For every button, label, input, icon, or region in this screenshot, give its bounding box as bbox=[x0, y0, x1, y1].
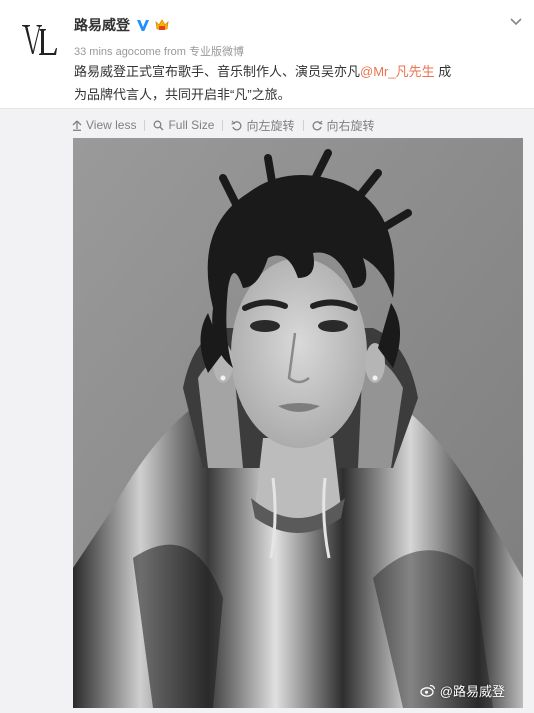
toolbar-divider bbox=[222, 119, 224, 131]
magnifier-icon bbox=[154, 120, 164, 130]
member-badge-icon[interactable] bbox=[154, 18, 170, 32]
photo-watermark: @路易威登 bbox=[420, 681, 505, 700]
post-time[interactable]: 33 mins ago bbox=[74, 46, 134, 58]
chevron-down-icon[interactable] bbox=[508, 14, 524, 30]
rotate-left-label: 向左旋转 bbox=[246, 118, 295, 133]
username-row: 路易威登 bbox=[74, 14, 170, 36]
portrait-image bbox=[73, 138, 523, 708]
weibo-post-card: 路易威登 33 mins agocome from 专业版微博 路易威登正式宣布… bbox=[0, 0, 534, 713]
rotate-right-button[interactable]: 向右旋转 bbox=[312, 117, 375, 134]
post-meta: 33 mins agocome from 专业版微博 bbox=[74, 43, 244, 59]
toolbar-divider bbox=[144, 119, 146, 131]
rotate-right-icon bbox=[312, 120, 323, 130]
source-prefix: come from bbox=[133, 46, 186, 58]
full-size-button[interactable]: Full Size bbox=[153, 118, 214, 132]
source-name[interactable]: 专业版微博 bbox=[189, 46, 244, 58]
post-header: 路易威登 33 mins agocome from 专业版微博 路易威登正式宣布… bbox=[0, 0, 534, 108]
rotate-left-icon bbox=[231, 120, 242, 130]
media-toolbar: View less Full Size 向左旋转 向右旋转 bbox=[72, 113, 375, 137]
rotate-left-button[interactable]: 向左旋转 bbox=[231, 117, 295, 134]
arrow-up-icon bbox=[72, 120, 82, 131]
media-expanded-panel: View less Full Size 向左旋转 向右旋转 @路易威登 bbox=[0, 108, 534, 713]
weibo-icon bbox=[420, 684, 436, 697]
full-size-label: Full Size bbox=[168, 118, 215, 132]
username[interactable]: 路易威登 bbox=[74, 15, 130, 35]
view-less-button[interactable]: View less bbox=[72, 118, 136, 132]
lv-logo bbox=[22, 25, 57, 55]
watermark-text: @路易威登 bbox=[439, 684, 505, 699]
post-content: 路易威登正式宣布歌手、音乐制作人、演员吴亦凡@Mr_凡先生 成为品牌代言人，共同… bbox=[74, 60, 454, 106]
content-text: 路易威登正式宣布歌手、音乐制作人、演员吴亦凡 bbox=[74, 64, 361, 79]
toolbar-divider bbox=[302, 119, 304, 131]
post-photo[interactable]: @路易威登 bbox=[73, 138, 523, 708]
mention-link[interactable]: @Mr_凡先生 bbox=[360, 64, 435, 79]
verified-v-icon bbox=[136, 18, 150, 32]
rotate-right-label: 向右旋转 bbox=[326, 118, 375, 133]
view-less-label: View less bbox=[86, 118, 137, 132]
avatar[interactable] bbox=[18, 18, 62, 62]
